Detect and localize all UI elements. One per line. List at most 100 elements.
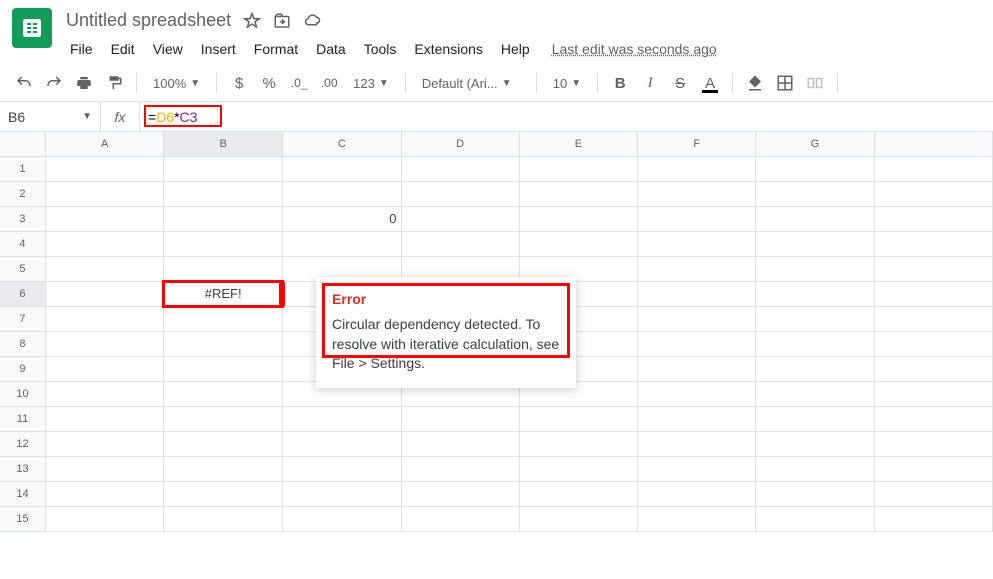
col-header[interactable]: C — [283, 132, 401, 156]
cell[interactable] — [756, 406, 874, 431]
cell[interactable] — [164, 181, 283, 206]
row-header[interactable]: 11 — [0, 406, 45, 431]
cell[interactable] — [874, 506, 992, 531]
menu-file[interactable]: File — [62, 37, 101, 61]
cell[interactable] — [45, 206, 163, 231]
cell[interactable] — [401, 481, 519, 506]
row-header[interactable]: 10 — [0, 381, 45, 406]
cell[interactable] — [45, 406, 163, 431]
cell[interactable] — [756, 456, 874, 481]
cell[interactable] — [874, 156, 992, 181]
doc-title[interactable]: Untitled spreadsheet — [62, 8, 235, 33]
cell[interactable] — [401, 156, 519, 181]
cell[interactable] — [756, 331, 874, 356]
sheets-logo[interactable] — [12, 8, 52, 48]
font-size-dropdown[interactable]: 10▼ — [547, 76, 587, 91]
row-header[interactable]: 14 — [0, 481, 45, 506]
cell[interactable] — [874, 431, 992, 456]
cell[interactable] — [164, 306, 283, 331]
cell[interactable] — [874, 281, 992, 306]
cell[interactable] — [45, 456, 163, 481]
cell[interactable] — [519, 181, 637, 206]
fill-color-icon[interactable] — [743, 71, 767, 95]
cell[interactable] — [519, 456, 637, 481]
row-header[interactable]: 7 — [0, 306, 45, 331]
menu-extensions[interactable]: Extensions — [406, 37, 490, 61]
cell[interactable] — [45, 156, 163, 181]
cloud-icon[interactable] — [303, 12, 321, 30]
cell[interactable] — [164, 331, 283, 356]
cell[interactable] — [164, 431, 283, 456]
cell[interactable] — [756, 206, 874, 231]
cell[interactable] — [45, 356, 163, 381]
cell[interactable] — [164, 481, 283, 506]
percent-icon[interactable]: % — [257, 71, 281, 95]
cell[interactable] — [756, 281, 874, 306]
cell-b6[interactable]: #REF! — [164, 281, 283, 306]
cell[interactable] — [164, 506, 283, 531]
cell[interactable] — [164, 256, 283, 281]
cell[interactable] — [519, 231, 637, 256]
col-header[interactable] — [874, 132, 992, 156]
cell[interactable] — [45, 231, 163, 256]
increase-decimal-icon[interactable]: .00 — [317, 71, 341, 95]
cell[interactable] — [756, 231, 874, 256]
cell[interactable] — [638, 381, 756, 406]
cell[interactable] — [874, 381, 992, 406]
cell[interactable] — [638, 356, 756, 381]
cell-c3[interactable]: 0 — [283, 206, 401, 231]
cell[interactable] — [401, 431, 519, 456]
cell[interactable] — [45, 381, 163, 406]
undo-icon[interactable] — [12, 71, 36, 95]
cell[interactable] — [638, 306, 756, 331]
cell[interactable] — [164, 206, 283, 231]
number-format-dropdown[interactable]: 123▼ — [347, 76, 395, 91]
cell[interactable] — [756, 306, 874, 331]
cell[interactable] — [519, 431, 637, 456]
col-header[interactable]: G — [756, 132, 874, 156]
print-icon[interactable] — [72, 71, 96, 95]
row-header[interactable]: 2 — [0, 181, 45, 206]
cell[interactable] — [164, 381, 283, 406]
cell[interactable] — [874, 456, 992, 481]
cell[interactable] — [283, 506, 401, 531]
cell[interactable] — [874, 206, 992, 231]
col-header[interactable]: F — [638, 132, 756, 156]
cell[interactable] — [874, 481, 992, 506]
cell[interactable] — [519, 506, 637, 531]
cell[interactable] — [756, 156, 874, 181]
cell[interactable] — [756, 356, 874, 381]
cell[interactable] — [164, 456, 283, 481]
row-header[interactable]: 13 — [0, 456, 45, 481]
cell[interactable] — [45, 181, 163, 206]
italic-icon[interactable]: I — [638, 71, 662, 95]
cell[interactable] — [283, 456, 401, 481]
paint-format-icon[interactable] — [102, 71, 126, 95]
formula-input[interactable]: =D6*C3 — [140, 102, 993, 131]
col-header[interactable]: E — [519, 132, 637, 156]
text-color-icon[interactable]: A — [698, 71, 722, 95]
star-icon[interactable] — [243, 12, 261, 30]
row-header[interactable]: 6 — [0, 281, 45, 306]
cell[interactable] — [638, 481, 756, 506]
redo-icon[interactable] — [42, 71, 66, 95]
merge-cells-icon[interactable] — [803, 71, 827, 95]
cell[interactable] — [45, 331, 163, 356]
row-header[interactable]: 9 — [0, 356, 45, 381]
cell[interactable] — [638, 231, 756, 256]
cell[interactable] — [638, 181, 756, 206]
col-header[interactable]: B — [164, 132, 283, 156]
select-all-corner[interactable] — [0, 132, 45, 156]
cell[interactable] — [874, 331, 992, 356]
cell[interactable] — [401, 506, 519, 531]
cell[interactable] — [638, 256, 756, 281]
bold-icon[interactable]: B — [608, 71, 632, 95]
zoom-dropdown[interactable]: 100%▼ — [147, 76, 206, 91]
cell[interactable] — [638, 331, 756, 356]
cell[interactable] — [874, 306, 992, 331]
col-header[interactable]: A — [45, 132, 163, 156]
cell[interactable] — [283, 431, 401, 456]
menu-view[interactable]: View — [145, 37, 191, 61]
row-header[interactable]: 8 — [0, 331, 45, 356]
row-header[interactable]: 5 — [0, 256, 45, 281]
